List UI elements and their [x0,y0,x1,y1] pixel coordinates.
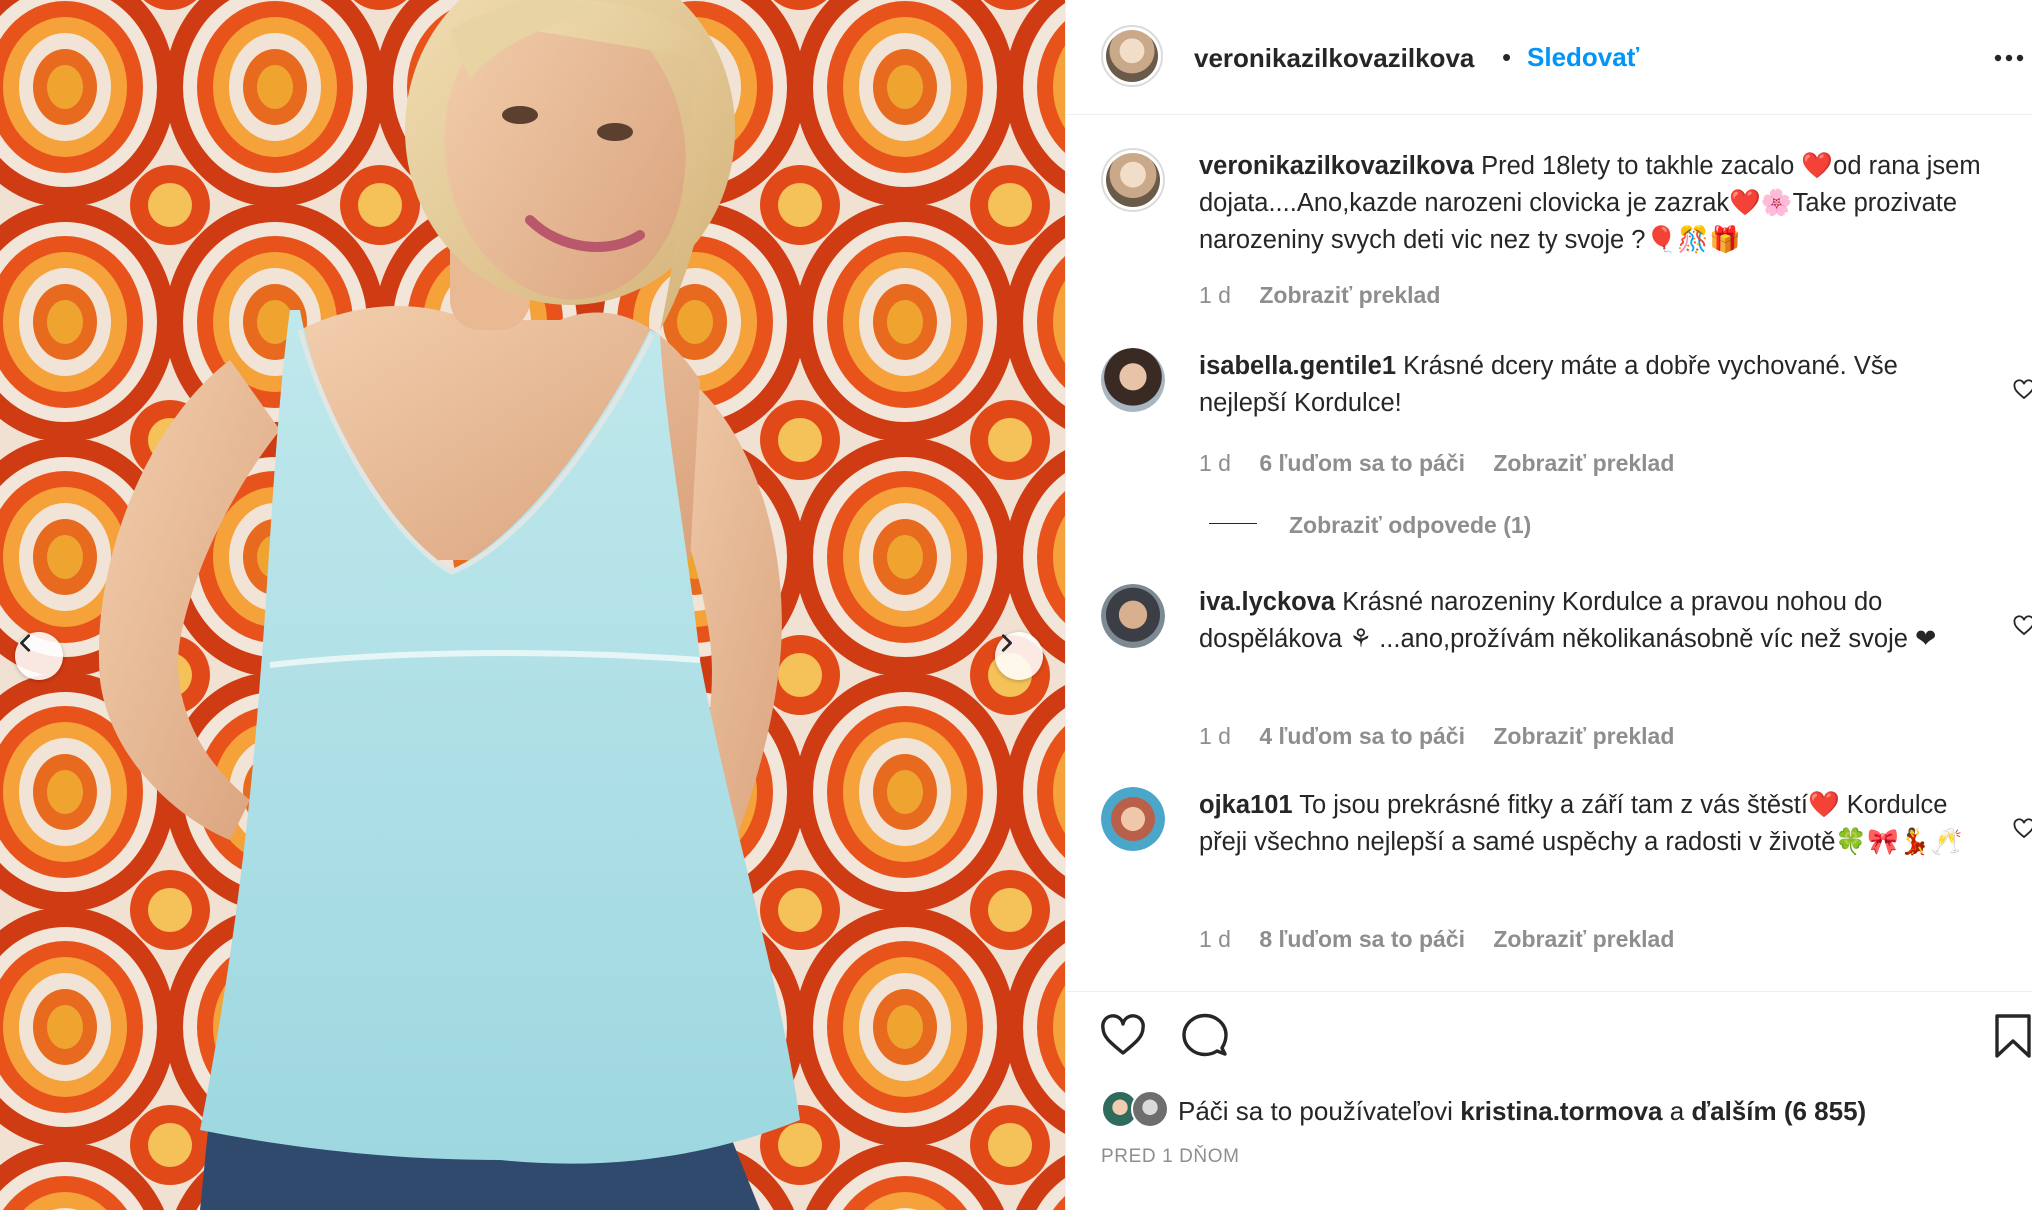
previous-photo-button[interactable] [15,632,63,680]
post-date[interactable]: PRED 1 DŇOM [1101,1146,1240,1168]
likes-and: a [1669,1096,1685,1126]
translate-button[interactable]: Zobraziť preklad [1259,282,1440,308]
view-replies-button[interactable]: Zobraziť odpovede (1) [1209,512,1531,539]
chevron-left-icon [20,634,31,652]
caption-time[interactable]: 1 d [1199,282,1231,308]
commenter-avatar[interactable] [1101,348,1165,412]
heart-icon[interactable] [2012,614,2032,638]
caption-text: veronikazilkovazilkova Pred 18lety to ta… [1199,148,1989,259]
comment-text: ojka101 To jsou prekrásné fitky a září t… [1199,787,1989,861]
comment-time[interactable]: 1 d [1199,926,1231,952]
caption-username[interactable]: veronikazilkovazilkova [1199,152,1474,180]
comment-meta: 1 d 4 ľuďom sa to páči Zobraziť preklad [1199,723,1696,750]
chevron-right-icon [1001,634,1012,652]
commenter-username[interactable]: isabella.gentile1 [1199,352,1396,380]
comment-likes[interactable]: 4 ľuďom sa to páči [1259,723,1465,749]
likers-avatars[interactable] [1101,1090,1181,1130]
post-actions: Páči sa to používateľovi kristina.tormov… [1066,991,2032,1210]
comment-body: To jsou prekrásné fitky a září tam z vás… [1199,791,1963,856]
comment-likes[interactable]: 8 ľuďom sa to páči [1259,926,1465,952]
comment-text: iva.lyckova Krásné narozeniny Kordulce a… [1199,584,1989,658]
comment-time[interactable]: 1 d [1199,450,1231,476]
comment-text: isabella.gentile1 Krásné dcery máte a do… [1199,348,1989,422]
heart-icon[interactable] [2012,378,2032,402]
commenter-username[interactable]: ojka101 [1199,791,1293,819]
follow-button[interactable]: Sledovať [1527,42,1639,73]
post-sidebar: veronikazilkovazilkova • Sledovať veroni… [1065,0,2032,1210]
commenter-avatar[interactable] [1101,584,1165,648]
post-photo[interactable] [0,0,1065,1210]
comment-icon[interactable] [1181,1012,1229,1060]
author-avatar[interactable] [1101,148,1165,212]
replies-divider [1209,523,1257,525]
bookmark-icon[interactable] [1991,1012,2032,1060]
comment-meta: 1 d 6 ľuďom sa to páči Zobraziť preklad [1199,450,1696,477]
translate-button[interactable]: Zobraziť preklad [1493,926,1674,952]
liker-avatar [1131,1090,1169,1128]
likes-prefix: Páči sa to používateľovi [1178,1096,1453,1126]
translate-button[interactable]: Zobraziť preklad [1493,450,1674,476]
comment-likes[interactable]: 6 ľuďom sa to páči [1259,450,1465,476]
commenter-username[interactable]: iva.lyckova [1199,588,1335,616]
author-avatar[interactable] [1101,25,1163,87]
more-horizontal-icon[interactable] [1991,40,2027,76]
likes-summary[interactable]: Páči sa to používateľovi kristina.tormov… [1178,1096,1866,1127]
separator-dot: • [1502,42,1512,72]
comments-list[interactable]: veronikazilkovazilkova Pred 18lety to ta… [1066,116,2032,991]
heart-icon[interactable] [2012,817,2032,841]
caption-meta: 1 d Zobraziť preklad [1199,282,1462,309]
comment-time[interactable]: 1 d [1199,723,1231,749]
author-username[interactable]: veronikazilkovazilkova [1194,43,1474,74]
comment-meta: 1 d 8 ľuďom sa to páči Zobraziť preklad [1199,926,1696,953]
translate-button[interactable]: Zobraziť preklad [1493,723,1674,749]
heart-icon[interactable] [1099,1012,1147,1060]
post-header: veronikazilkovazilkova • Sledovať [1066,0,2032,115]
likes-others[interactable]: ďalším (6 855) [1691,1096,1866,1126]
photo-illustration [0,0,1065,1210]
next-photo-button[interactable] [995,632,1043,680]
view-replies-label: Zobraziť odpovede (1) [1289,512,1532,538]
commenter-avatar[interactable] [1101,787,1165,851]
liker-username[interactable]: kristina.tormova [1460,1096,1662,1126]
